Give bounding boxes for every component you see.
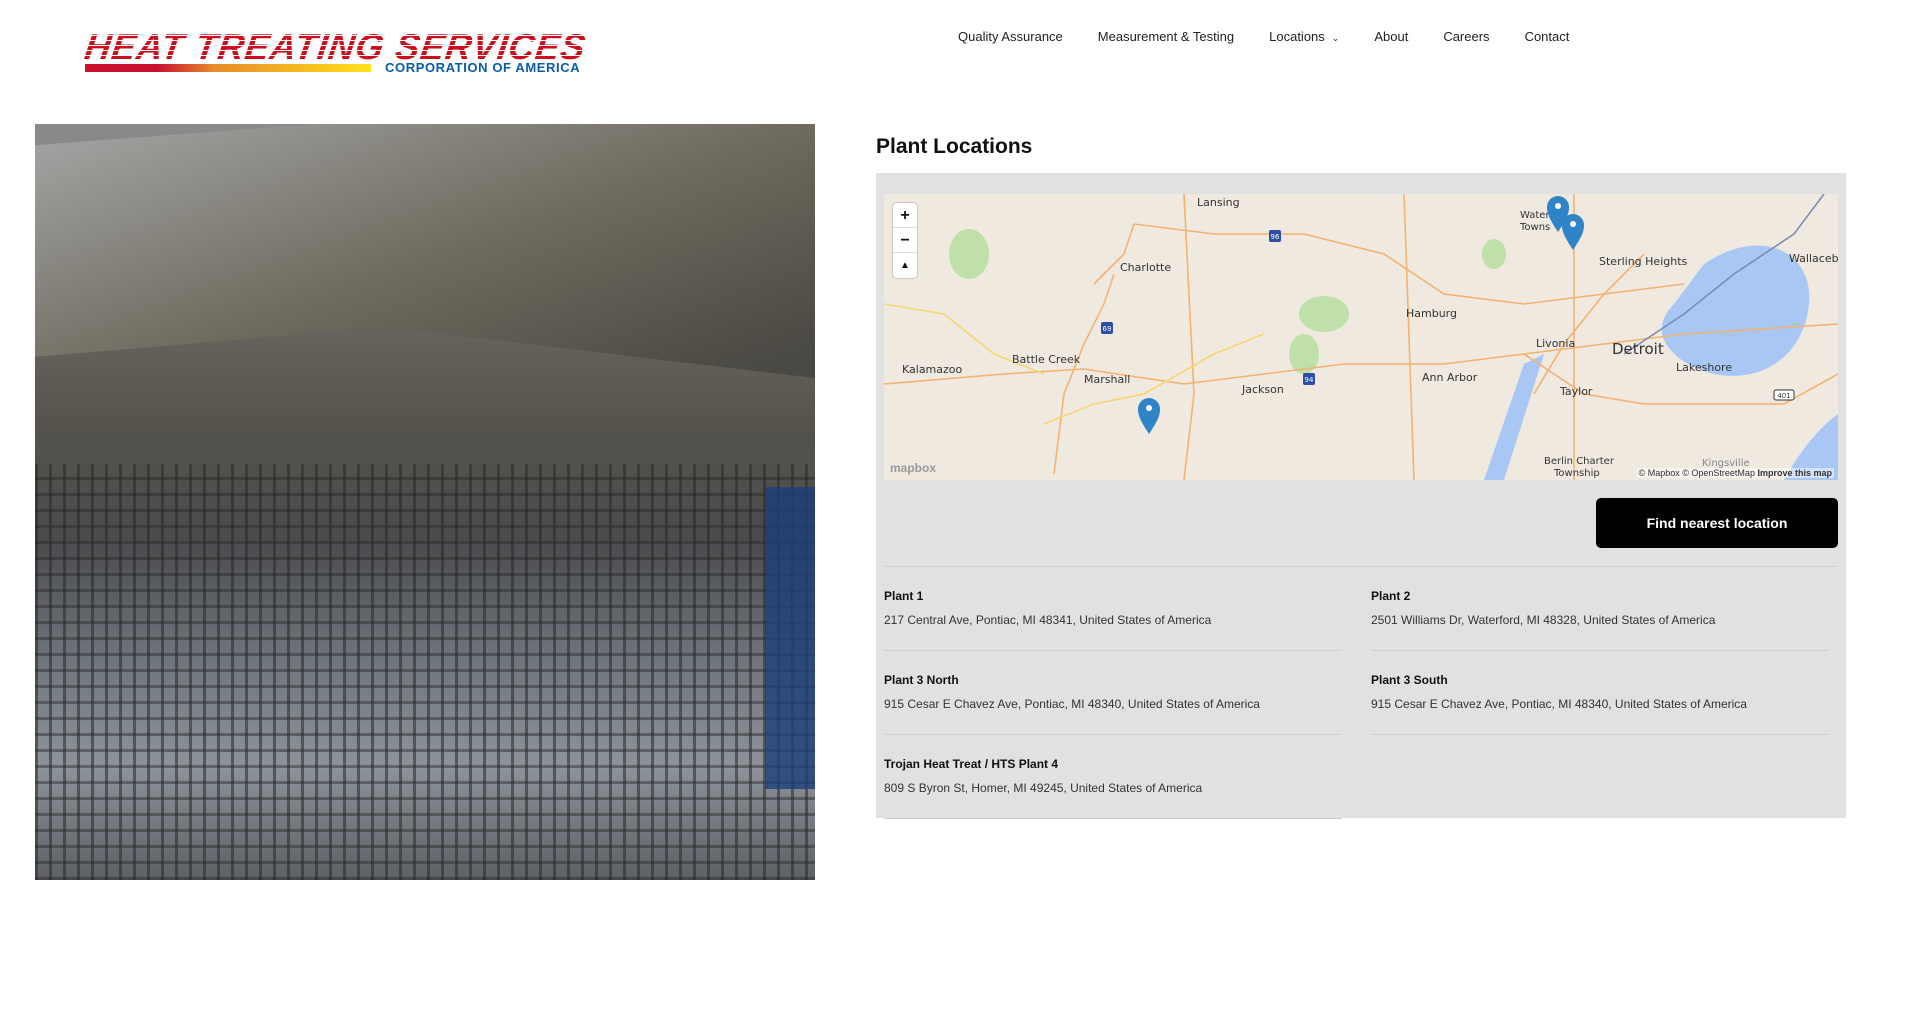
map-zoom-controls: + − ▲ — [893, 203, 917, 278]
location-name: Plant 3 South — [1371, 673, 1448, 687]
shield-i96: 96 — [1271, 233, 1280, 241]
shield-401: 401 — [1777, 392, 1790, 400]
location-address: 809 S Byron St, Homer, MI 49245, United … — [884, 781, 1203, 795]
photo-frame — [765, 486, 815, 790]
map-canvas[interactable]: Lansing Charlotte Battle Creek Kalamazoo… — [884, 194, 1838, 480]
nav-locations[interactable]: Locations ⌄ — [1269, 29, 1339, 44]
location-item[interactable]: Plant 3 South 915 Cesar E Chavez Ave, Pon… — [1371, 651, 1829, 735]
logo-gradient-bar — [85, 64, 371, 72]
label-livonia: Livonia — [1536, 337, 1575, 350]
label-lakeshore: Lakeshore — [1676, 361, 1732, 374]
find-nearest-location-button[interactable]: Find nearest location — [1596, 498, 1838, 548]
attribution-text[interactable]: © Mapbox © OpenStreetMap — [1639, 468, 1755, 478]
company-logo[interactable]: HEAT TREATING SERVICES CORPORATION OF AM… — [82, 26, 588, 76]
label-marshall: Marshall — [1084, 373, 1130, 386]
page-title: Plant Locations — [876, 135, 1033, 158]
location-item[interactable]: Plant 3 North 915 Cesar E Chavez Ave, Pon… — [884, 651, 1342, 735]
location-address: 915 Cesar E Chavez Ave, Pontiac, MI 4834… — [1371, 697, 1747, 711]
map-attribution: © Mapbox © OpenStreetMap Improve this ma… — [1636, 468, 1834, 478]
label-lansing: Lansing — [1197, 196, 1240, 209]
label-kalamazoo: Kalamazoo — [902, 363, 963, 376]
label-sterling-heights: Sterling Heights — [1599, 255, 1688, 268]
label-charlotte: Charlotte — [1120, 261, 1171, 274]
nav-about[interactable]: About — [1374, 29, 1408, 44]
nav-quality-assurance[interactable]: Quality Assurance — [958, 29, 1063, 44]
label-wallaceburg: Wallacebu — [1789, 252, 1838, 265]
map-marker-homer[interactable] — [1138, 398, 1160, 434]
label-jackson: Jackson — [1241, 383, 1284, 396]
heat-treat-basket-photo — [35, 124, 815, 880]
shield-i94: 94 — [1305, 376, 1314, 384]
location-address: 2501 Williams Dr, Waterford, MI 48328, U… — [1371, 613, 1716, 627]
label-hamburg: Hamburg — [1406, 307, 1457, 320]
location-name: Plant 2 — [1371, 589, 1411, 603]
nav-careers[interactable]: Careers — [1443, 29, 1489, 44]
nav-measurement-testing[interactable]: Measurement & Testing — [1098, 29, 1234, 44]
logo-subtitle: CORPORATION OF AMERICA — [385, 60, 581, 75]
locations-panel: Lansing Charlotte Battle Creek Kalamazoo… — [876, 173, 1846, 819]
mapbox-logo[interactable]: mapbox — [890, 461, 936, 475]
label-ann-arbor: Ann Arbor — [1422, 371, 1478, 384]
location-item[interactable]: Plant 2 2501 Williams Dr, Waterford, MI 4… — [1371, 567, 1829, 651]
location-name: Trojan Heat Treat / HTS Plant 4 — [884, 757, 1059, 771]
nav-contact[interactable]: Contact — [1525, 29, 1570, 44]
chevron-down-icon: ⌄ — [1331, 33, 1340, 43]
shield-i69: 69 — [1103, 325, 1112, 333]
location-item[interactable]: Plant 1 217 Central Ave, Pontiac, MI 4834… — [884, 567, 1342, 651]
map-marker-pontiac[interactable] — [1562, 214, 1584, 250]
location-item[interactable]: Trojan Heat Treat / HTS Plant 4 809 S Byr… — [884, 735, 1342, 819]
location-name: Plant 1 — [884, 589, 924, 603]
location-name: Plant 3 North — [884, 673, 959, 687]
label-detroit: Detroit — [1612, 340, 1664, 358]
map[interactable]: Lansing Charlotte Battle Creek Kalamazoo… — [884, 194, 1838, 480]
photo-basket — [35, 464, 815, 880]
main-nav: Quality Assurance Measurement & Testing … — [958, 29, 1569, 44]
label-battle-creek: Battle Creek — [1012, 353, 1081, 366]
label-berlin-charter: Berlin Charter — [1544, 456, 1615, 467]
zoom-out-button[interactable]: − — [893, 228, 917, 253]
label-taylor: Taylor — [1559, 385, 1593, 398]
improve-map-link[interactable]: Improve this map — [1757, 468, 1832, 478]
nav-locations-label: Locations — [1269, 29, 1325, 44]
zoom-in-button[interactable]: + — [893, 203, 917, 228]
label-waterford-township: Towns — [1519, 222, 1550, 233]
compass-icon[interactable]: ▲ — [893, 253, 917, 278]
location-address: 915 Cesar E Chavez Ave, Pontiac, MI 4834… — [884, 697, 1260, 711]
label-waterford: Water — [1520, 210, 1550, 221]
location-address: 217 Central Ave, Pontiac, MI 48341, Unit… — [884, 613, 1212, 627]
label-berlin-township: Township — [1553, 468, 1600, 479]
